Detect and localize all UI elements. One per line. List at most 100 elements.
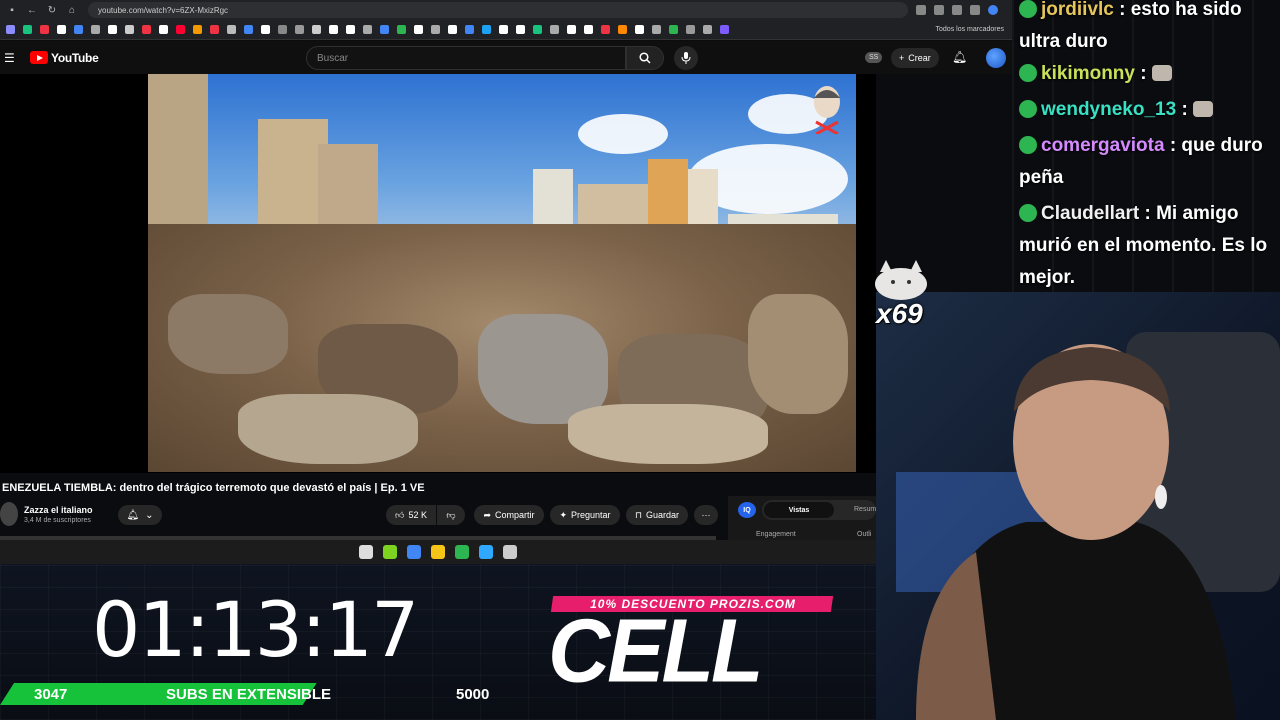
ss-badge[interactable]: SS <box>865 52 883 63</box>
all-bookmarks[interactable]: Todos los marcadores <box>936 26 1004 33</box>
bookmark-icon[interactable] <box>227 25 236 34</box>
bookmark-icon[interactable] <box>57 25 66 34</box>
bookmark-icon[interactable] <box>108 25 117 34</box>
bookmark-icon[interactable] <box>482 25 491 34</box>
bookmark-icon[interactable] <box>91 25 100 34</box>
star-icon[interactable] <box>952 5 962 15</box>
youtube-header: ☰ YouTube Buscar SS + Crear 🔔︎ <box>0 41 1012 74</box>
notifications-icon[interactable]: 🔔︎ <box>952 50 967 64</box>
like-button[interactable]: 👍︎ 52 K <box>386 505 436 525</box>
chat-username: kikimonny <box>1041 63 1135 84</box>
bookmark-icon[interactable] <box>448 25 457 34</box>
cast-icon[interactable] <box>934 5 944 15</box>
tab-icon[interactable]: ▪ <box>4 2 20 18</box>
bookmark-icon[interactable] <box>193 25 202 34</box>
bookmark-icon[interactable] <box>397 25 406 34</box>
bookmark-icon[interactable] <box>278 25 287 34</box>
bookmark-icon[interactable] <box>261 25 270 34</box>
address-bar[interactable]: youtube.com/watch?v=6ZX-MxizRgc <box>88 2 908 18</box>
iq-badge[interactable]: IQ <box>738 502 756 518</box>
bookmark-icon[interactable] <box>431 25 440 34</box>
taskbar <box>0 540 876 564</box>
bookmark-icon[interactable] <box>635 25 644 34</box>
bookmark-icon[interactable] <box>142 25 151 34</box>
search-input[interactable]: Buscar <box>306 46 626 70</box>
search-icon <box>639 52 651 64</box>
reload-icon[interactable]: ↻ <box>44 2 60 18</box>
channel-name[interactable]: Zazza el italiano <box>24 505 93 515</box>
back-icon[interactable]: ← <box>24 2 40 18</box>
bookmark-icon[interactable] <box>125 25 134 34</box>
menu-icon[interactable]: ☰ <box>4 51 18 65</box>
video-frame[interactable] <box>148 74 856 472</box>
dislike-button[interactable]: 👎︎ <box>437 505 465 525</box>
subscriber-badge-icon <box>1019 204 1037 222</box>
extension-icons <box>916 5 998 15</box>
search-button[interactable] <box>626 46 664 70</box>
thumbs-up-icon: 👍︎ <box>395 509 405 520</box>
save-button[interactable]: ⊓ Guardar <box>626 505 688 525</box>
bookmark-icon[interactable] <box>244 25 253 34</box>
bookmark-icon[interactable] <box>550 25 559 34</box>
bookmark-icon[interactable] <box>601 25 610 34</box>
bookmark-icon[interactable] <box>669 25 678 34</box>
subscription-bell-button[interactable]: 🔔︎ ⌄ <box>118 505 162 525</box>
bookmark-icon[interactable] <box>6 25 15 34</box>
video-title: ENEZUELA TIEMBLA: dentro del trágico ter… <box>2 482 425 494</box>
tab-vistas[interactable]: Vistas <box>764 502 834 518</box>
plus-icon: + <box>899 53 905 63</box>
bookmark-icon[interactable] <box>23 25 32 34</box>
bookmark-icon[interactable] <box>499 25 508 34</box>
bookmark-icon[interactable] <box>74 25 83 34</box>
more-actions-button[interactable]: ··· <box>694 505 718 525</box>
taskbar-app-icon[interactable] <box>455 545 469 559</box>
ask-button[interactable]: ✦ Preguntar <box>550 505 620 525</box>
bookmark-icon[interactable] <box>159 25 168 34</box>
bookmark-icon[interactable] <box>686 25 695 34</box>
mic-icon <box>681 52 691 64</box>
zoom-icon[interactable] <box>916 5 926 15</box>
taskbar-app-icon[interactable] <box>359 545 373 559</box>
cat-emote-icon <box>1151 65 1172 81</box>
channel-avatar[interactable] <box>0 502 18 526</box>
profile-icon[interactable] <box>988 5 998 15</box>
bookmark-icon[interactable] <box>720 25 729 34</box>
bookmark-icon[interactable] <box>414 25 423 34</box>
avatar[interactable] <box>986 48 1006 68</box>
bookmark-icon[interactable] <box>346 25 355 34</box>
like-count: 52 K <box>408 510 427 520</box>
voice-search-button[interactable] <box>674 46 698 70</box>
tab-resumen[interactable]: Resum <box>854 506 876 513</box>
bookmark-icon[interactable] <box>652 25 661 34</box>
home-icon[interactable]: ⌂ <box>64 2 80 18</box>
bookmark-icon[interactable] <box>465 25 474 34</box>
bookmarks-bar: Todos los marcadores <box>0 20 1012 40</box>
bookmark-icon[interactable] <box>533 25 542 34</box>
bookmark-icon[interactable] <box>210 25 219 34</box>
bookmark-icon[interactable] <box>516 25 525 34</box>
bookmark-icon[interactable] <box>567 25 576 34</box>
youtube-logo[interactable]: YouTube <box>30 51 99 65</box>
subscriber-badge-icon <box>1019 136 1037 154</box>
taskbar-app-icon[interactable] <box>479 545 493 559</box>
download-icon[interactable] <box>970 5 980 15</box>
bookmark-icon[interactable] <box>312 25 321 34</box>
taskbar-app-icon[interactable] <box>383 545 397 559</box>
subscriber-badge-icon <box>1019 64 1037 82</box>
bookmark-icon[interactable] <box>703 25 712 34</box>
taskbar-app-icon[interactable] <box>503 545 517 559</box>
bookmark-icon[interactable] <box>329 25 338 34</box>
create-button[interactable]: + Crear <box>891 48 939 68</box>
bookmark-icon[interactable] <box>176 25 185 34</box>
chat-message: kikimonny : <box>1019 58 1279 90</box>
bookmark-icon[interactable] <box>380 25 389 34</box>
taskbar-app-icon[interactable] <box>407 545 421 559</box>
bookmark-icon[interactable] <box>618 25 627 34</box>
bookmark-icon[interactable] <box>40 25 49 34</box>
taskbar-app-icon[interactable] <box>431 545 445 559</box>
share-button[interactable]: ➦ Compartir <box>474 505 544 525</box>
bookmark-icon[interactable] <box>295 25 304 34</box>
bookmark-icon[interactable] <box>363 25 372 34</box>
bookmark-icon[interactable] <box>584 25 593 34</box>
bell-icon: 🔔︎ <box>126 509 140 521</box>
